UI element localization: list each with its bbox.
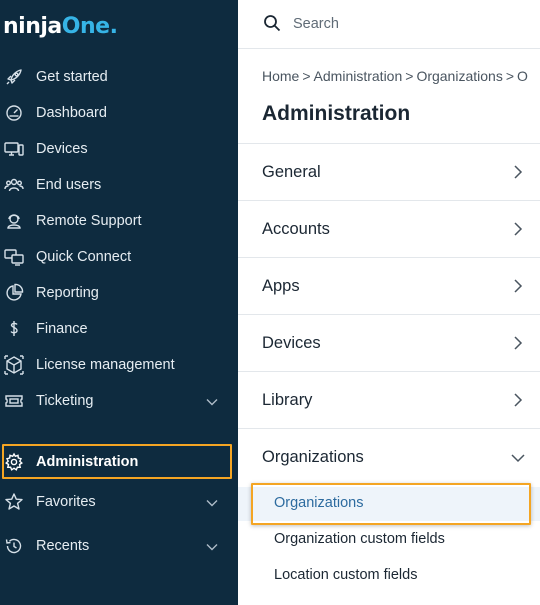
logo-dot: . [109, 14, 118, 39]
ticket-icon [4, 391, 24, 411]
chevron-right-icon [512, 392, 524, 408]
sidebar-item-label: Recents [36, 538, 90, 554]
sidebar-item-favorites[interactable]: Favorites [0, 486, 238, 518]
sidebar-item-devices[interactable]: Devices [0, 133, 238, 165]
breadcrumb-separator: > [505, 68, 515, 84]
sidebar-item-label: Ticketing [36, 393, 94, 409]
dollar-icon [4, 319, 24, 339]
breadcrumb-organizations[interactable]: Organizations [416, 68, 502, 84]
chevron-right-icon [512, 278, 524, 294]
sidebar-item-remote-support[interactable]: Remote Support [0, 205, 238, 237]
section-label: Library [262, 391, 313, 409]
support-agent-icon [4, 211, 24, 231]
chevron-down-icon[interactable] [205, 496, 219, 508]
administration-highlight-box [2, 444, 232, 479]
sidebar-item-label: Quick Connect [36, 249, 132, 265]
quick-connect-icon [4, 247, 24, 267]
breadcrumb-administration[interactable]: Administration [314, 68, 403, 84]
search-icon [263, 14, 281, 32]
breadcrumb: Home > Administration > Organizations > O [262, 68, 540, 84]
breadcrumb-home[interactable]: Home [262, 68, 299, 84]
section-library[interactable]: Library [238, 372, 540, 429]
section-apps[interactable]: Apps [238, 258, 540, 315]
star-icon [4, 492, 24, 512]
sidebar-item-label: Remote Support [36, 213, 142, 229]
breadcrumb-separator: > [302, 68, 311, 84]
admin-sections-list: General Accounts Apps Devices Library Or… [238, 143, 540, 605]
page-title: Administration [262, 102, 411, 125]
license-box-icon [4, 355, 24, 375]
top-search-bar [238, 0, 540, 49]
pie-chart-icon [4, 283, 24, 303]
sidebar-item-license-management[interactable]: License management [0, 349, 238, 381]
sidebar-item-label: Favorites [36, 494, 96, 510]
section-general[interactable]: General [238, 144, 540, 201]
section-label: Organizations [262, 448, 364, 466]
sidebar-item-ticketing[interactable]: Ticketing [0, 385, 238, 417]
section-accounts[interactable]: Accounts [238, 201, 540, 258]
sidebar-item-label: End users [36, 177, 102, 193]
section-label: Accounts [262, 220, 330, 238]
section-devices[interactable]: Devices [238, 315, 540, 372]
chevron-down-icon[interactable] [205, 395, 219, 407]
sidebar-item-label: Dashboard [36, 105, 107, 121]
sidebar-item-finance[interactable]: Finance [0, 313, 238, 345]
chevron-down-icon[interactable] [205, 540, 219, 552]
sidebar-item-label: Get started [36, 69, 108, 85]
sidebar-item-label: License management [36, 357, 175, 373]
organizations-highlight-box [251, 483, 531, 525]
devices-icon [4, 139, 24, 159]
section-label: General [262, 163, 321, 181]
sidebar-item-get-started[interactable]: Get started [0, 61, 238, 93]
users-icon [4, 175, 24, 195]
sidebar-item-quick-connect[interactable]: Quick Connect [0, 241, 238, 273]
chevron-right-icon [512, 335, 524, 351]
sidebar-item-end-users[interactable]: End users [0, 169, 238, 201]
sub-item-location-custom-fields[interactable]: Location custom fields [238, 559, 540, 593]
rocket-icon [4, 67, 24, 87]
logo-text-one: One [61, 14, 110, 39]
history-icon [4, 536, 24, 556]
search-input[interactable] [293, 12, 533, 36]
sub-item-organization-custom-fields[interactable]: Organization custom fields [238, 523, 540, 557]
sidebar-item-reporting[interactable]: Reporting [0, 277, 238, 309]
sub-item-label: Organization custom fields [274, 531, 445, 547]
sidebar-item-label: Reporting [36, 285, 99, 301]
section-label: Devices [262, 334, 321, 352]
sidebar-item-recents[interactable]: Recents [0, 530, 238, 562]
ninjaone-logo[interactable]: ninja One. [3, 14, 118, 44]
sidebar: ninja One. Get started Dashboard Devices … [0, 0, 238, 605]
sub-item-label: Location custom fields [274, 567, 418, 583]
breadcrumb-separator: > [405, 68, 414, 84]
chevron-down-icon [510, 451, 526, 463]
chevron-right-icon [512, 164, 524, 180]
section-label: Apps [262, 277, 300, 295]
section-organizations[interactable]: Organizations [238, 429, 540, 486]
logo-text-ninja: ninja [3, 14, 62, 39]
breadcrumb-current[interactable]: O [517, 68, 528, 84]
chevron-right-icon [512, 221, 524, 237]
main-content: Home>Administration>Organizations>O Admi… [238, 0, 540, 605]
sidebar-item-dashboard[interactable]: Dashboard [0, 97, 238, 129]
sidebar-item-label: Finance [36, 321, 88, 337]
dashboard-gauge-icon [4, 103, 24, 123]
sidebar-item-label: Devices [36, 141, 88, 157]
